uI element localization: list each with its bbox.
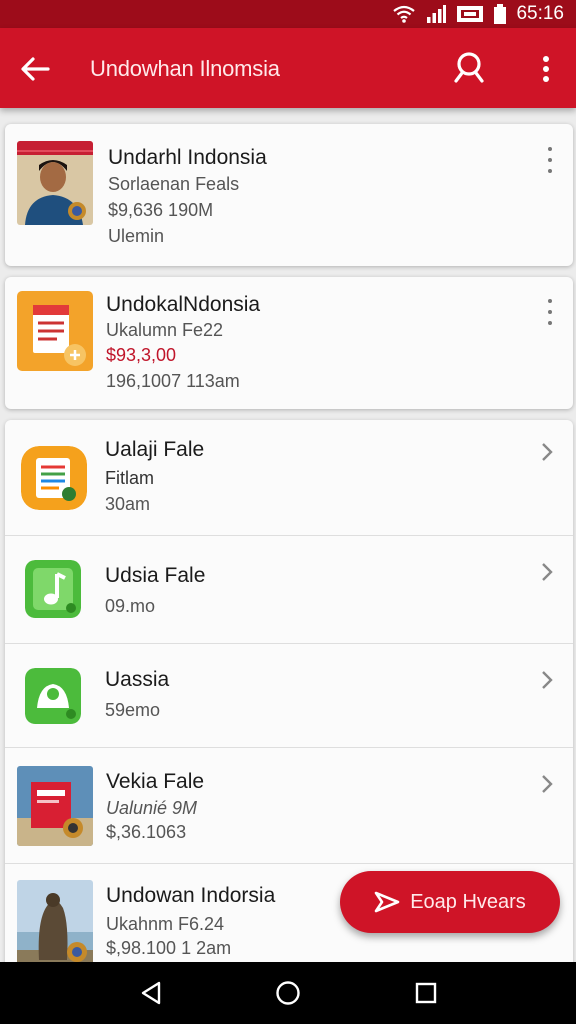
status-bar: 65:16 [0, 0, 576, 28]
list-item[interactable]: Udsia Fale 09.mo [5, 536, 573, 644]
search-icon [454, 52, 484, 83]
triangle-back-icon [141, 981, 161, 1005]
sim-icon [457, 6, 484, 22]
item-title: UndokalNdonsia [106, 293, 261, 316]
floating-action-button[interactable]: Eoap Hvears [340, 871, 560, 933]
send-arrow-icon [374, 891, 400, 913]
item-title: Uassia [105, 668, 170, 691]
nav-back-button[interactable] [134, 976, 168, 1010]
item-meta: $,98.100 1 2am [106, 938, 232, 958]
item-subtitle: 09.mo [105, 596, 156, 616]
item-price: $93,3,00 [106, 345, 177, 365]
item-title: Udsia Fale [105, 564, 206, 587]
chevron-right-icon[interactable] [537, 560, 557, 584]
item-meta: $,36.1063 [106, 822, 187, 842]
item-subtitle: 59emo [105, 700, 161, 720]
chevron-right-icon[interactable] [537, 668, 557, 692]
list-item[interactable]: Ualaji Fale Fitlam 30am [5, 420, 573, 536]
item-subtitle: Sorlaenan Feals [108, 174, 240, 194]
item-subtitle: Ukalumn Fe22 [106, 320, 224, 340]
item-title: Ualaji Fale [105, 438, 205, 461]
status-icons: 65:16 [392, 2, 564, 26]
app-bar: Undowhan Ilnomsia [0, 28, 576, 108]
nav-recents-button[interactable] [409, 976, 443, 1010]
circle-home-icon [276, 981, 300, 1005]
list-card[interactable]: UndokalNdonsia Ukalumn Fe22 $93,3,00 196… [5, 277, 573, 409]
list-item[interactable]: Vekia Fale Ualunié 9M $,36.1063 [5, 748, 573, 864]
back-button[interactable] [14, 48, 56, 90]
person-photo [17, 141, 93, 225]
overflow-menu-button[interactable] [530, 48, 562, 90]
item-meta: 196,1007 113am [106, 371, 240, 391]
list-card[interactable]: Undarhl Indonsia Sorlaenan Feals $9,636 … [5, 124, 573, 266]
fab-label: Eoap Hvears [410, 890, 526, 913]
battery-icon [494, 4, 507, 24]
status-time: 65:16 [516, 3, 564, 24]
wifi-icon [393, 5, 416, 23]
statue-image [17, 880, 93, 966]
item-subtitle: Ukahnm F6.24 [106, 914, 225, 934]
chevron-right-icon[interactable] [537, 440, 557, 464]
more-vert-icon [543, 56, 549, 82]
map-app-icon [25, 668, 81, 724]
item-meta: 30am [105, 494, 151, 514]
item-detail: $9,636 190M [108, 200, 214, 220]
square-recents-icon [415, 982, 437, 1004]
music-app-icon [25, 560, 81, 618]
item-title: Undowan Indorsia [106, 884, 276, 907]
search-button[interactable] [448, 46, 492, 90]
list-item[interactable]: Uassia 59emo [5, 644, 573, 748]
calendar-app-icon [17, 291, 93, 371]
chevron-right-icon[interactable] [537, 772, 557, 796]
item-more-button[interactable] [543, 299, 557, 325]
notes-app-icon [21, 446, 87, 510]
signal-icon [427, 5, 447, 23]
back-arrow-icon [21, 57, 50, 81]
book-image [17, 766, 93, 846]
nav-home-button[interactable] [271, 976, 305, 1010]
page-title: Undowhan Ilnomsia [90, 56, 280, 81]
item-subtitle: Fitlam [105, 468, 154, 488]
item-subtitle: Ualunié 9M [106, 798, 198, 818]
item-meta: Ulemin [108, 226, 165, 246]
item-title: Vekia Fale [106, 770, 205, 793]
system-navigation-bar [0, 962, 576, 1024]
item-more-button[interactable] [543, 147, 557, 173]
item-title: Undarhl Indonsia [108, 146, 267, 169]
